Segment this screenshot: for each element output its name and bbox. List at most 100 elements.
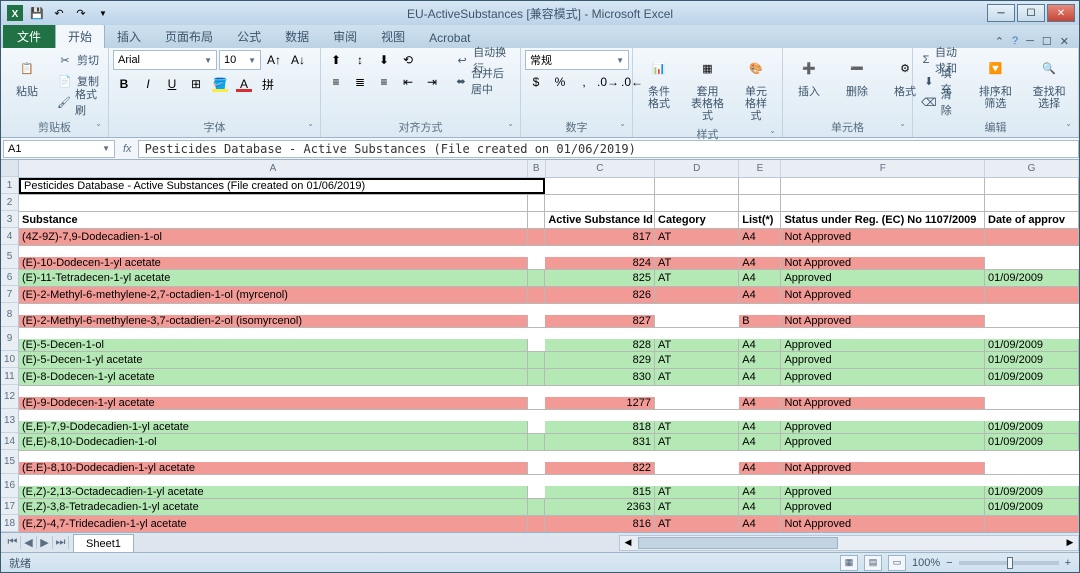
grow-font-icon[interactable]: A↑ — [263, 50, 285, 70]
cell[interactable] — [985, 287, 1079, 303]
row-hdr[interactable]: 12 — [1, 385, 18, 409]
cell[interactable] — [545, 178, 655, 194]
inc-decimal-icon[interactable]: .0→ — [597, 72, 619, 92]
cell[interactable]: A4 — [739, 369, 781, 385]
cell[interactable] — [528, 499, 546, 515]
cell[interactable]: (E,E)-7,9-Dodecadien-1-yl acetate — [19, 421, 528, 433]
cell[interactable]: AT — [655, 270, 739, 286]
col-hdr[interactable]: A — [19, 160, 528, 177]
minimize-button[interactable]: ─ — [987, 4, 1015, 22]
cell[interactable]: AT — [655, 229, 739, 245]
cell[interactable]: (E,Z)-4,7-Tridecadien-1-yl acetate — [19, 516, 528, 532]
row-hdr[interactable]: 15 — [1, 450, 18, 474]
cell[interactable] — [528, 352, 546, 368]
cell[interactable]: Date of approv — [985, 212, 1079, 228]
cell[interactable] — [985, 229, 1079, 245]
cell[interactable]: Substance — [19, 212, 528, 228]
page-break-icon[interactable]: ▭ — [888, 555, 906, 571]
cell[interactable]: Status under Reg. (EC) No 1107/2009 — [781, 212, 985, 228]
shrink-font-icon[interactable]: A↓ — [287, 50, 309, 70]
cell[interactable]: (E)-2-Methyl-6-methylene-3,7-octadien-2-… — [19, 315, 528, 327]
col-hdr[interactable]: E — [739, 160, 781, 177]
cell[interactable]: A4 — [739, 516, 781, 532]
row-hdr[interactable]: 10 — [1, 351, 18, 368]
cell[interactable]: 01/09/2009 — [985, 369, 1079, 385]
format-painter-button[interactable]: 🖌格式刷 — [53, 92, 104, 112]
zoom-out-icon[interactable]: − — [946, 557, 952, 569]
cell[interactable]: AT — [655, 339, 739, 351]
horizontal-scrollbar[interactable]: ◀ ▶ — [619, 535, 1079, 551]
cell[interactable]: 01/09/2009 — [985, 499, 1079, 515]
cell[interactable]: A4 — [739, 486, 781, 498]
merge-center-button[interactable]: ⬌合并后居中 — [451, 71, 516, 91]
cell[interactable]: (4Z-9Z)-7,9-Dodecadien-1-ol — [19, 229, 528, 245]
cell[interactable]: 01/09/2009 — [985, 421, 1079, 433]
cell[interactable]: A4 — [739, 287, 781, 303]
cell[interactable]: A4 — [739, 397, 781, 409]
cell[interactable]: AT — [655, 486, 739, 498]
cell[interactable] — [985, 195, 1079, 211]
zoom-in-icon[interactable]: + — [1065, 557, 1071, 569]
page-layout-icon[interactable]: ▤ — [864, 555, 882, 571]
cell[interactable]: A4 — [739, 499, 781, 515]
cell[interactable]: (E)-9-Dodecen-1-yl acetate — [19, 397, 528, 409]
cell[interactable]: 826 — [545, 287, 655, 303]
indent-inc-icon[interactable]: ⇥ — [421, 72, 443, 92]
find-select-button[interactable]: 🔍查找和选择 — [1024, 50, 1074, 112]
row-hdr[interactable]: 18 — [1, 515, 18, 532]
italic-icon[interactable]: I — [137, 74, 159, 94]
cell[interactable]: Not Approved — [781, 462, 985, 474]
cell[interactable]: A4 — [739, 257, 781, 269]
cell[interactable]: AT — [655, 369, 739, 385]
cell[interactable]: Active Substance Id — [545, 212, 655, 228]
tab-data[interactable]: 数据 — [273, 25, 321, 48]
tab-formulas[interactable]: 公式 — [225, 25, 273, 48]
cell[interactable]: A4 — [739, 421, 781, 433]
cell[interactable]: Approved — [781, 499, 985, 515]
cell[interactable] — [528, 212, 546, 228]
border-icon[interactable]: ⊞ — [185, 74, 207, 94]
cell[interactable] — [739, 195, 781, 211]
paste-button[interactable]: 📋粘贴 — [5, 50, 49, 100]
tab-view[interactable]: 视图 — [369, 25, 417, 48]
cell[interactable]: A4 — [739, 270, 781, 286]
cell[interactable]: (E)-2-Methyl-6-methylene-2,7-octadien-1-… — [19, 287, 528, 303]
cell[interactable]: Not Approved — [781, 315, 985, 327]
cell[interactable] — [655, 178, 739, 194]
cell[interactable]: Not Approved — [781, 257, 985, 269]
cell[interactable]: (E,E)-8,10-Dodecadien-1-ol — [19, 434, 528, 450]
row-hdr[interactable]: 1 — [1, 177, 18, 194]
tab-page-layout[interactable]: 页面布局 — [153, 25, 225, 48]
normal-view-icon[interactable]: ▦ — [840, 555, 858, 571]
cell[interactable]: 828 — [545, 339, 655, 351]
fx-icon[interactable]: fx — [117, 143, 138, 155]
cell[interactable] — [655, 195, 739, 211]
indent-dec-icon[interactable]: ⇤ — [397, 72, 419, 92]
doc-min-icon[interactable]: ─ — [1026, 35, 1034, 48]
doc-restore-icon[interactable]: ☐ — [1042, 35, 1052, 48]
cell[interactable]: 816 — [545, 516, 655, 532]
font-size-combo[interactable]: 10▼ — [219, 50, 261, 70]
cell[interactable]: (E,Z)-3,8-Tetradecadien-1-yl acetate — [19, 499, 528, 515]
help-icon[interactable]: ? — [1012, 35, 1018, 48]
minimize-ribbon-icon[interactable]: ⌃ — [995, 35, 1004, 48]
cell[interactable]: (E)-5-Decen-1-yl acetate — [19, 352, 528, 368]
scroll-right-icon[interactable]: ▶ — [1062, 537, 1078, 548]
cell[interactable]: AT — [655, 499, 739, 515]
row-hdr[interactable]: 3 — [1, 211, 18, 228]
underline-icon[interactable]: U — [161, 74, 183, 94]
cell-style-button[interactable]: 🎨单元格样式 — [734, 50, 778, 124]
cell[interactable]: Approved — [781, 369, 985, 385]
cell-selected[interactable]: Pesticides Database - Active Substances … — [19, 178, 545, 194]
cell[interactable]: A4 — [739, 229, 781, 245]
cell[interactable]: 824 — [545, 257, 655, 269]
cell[interactable]: A4 — [739, 339, 781, 351]
cell[interactable]: (E,E)-8,10-Dodecadien-1-yl acetate — [19, 462, 528, 474]
formula-input[interactable]: Pesticides Database - Active Substances … — [138, 140, 1079, 158]
sheet-nav-prev-icon[interactable]: ◀ — [21, 536, 37, 549]
redo-icon[interactable]: ↷ — [71, 3, 91, 23]
cell[interactable]: (E,Z)-2,13-Octadecadien-1-yl acetate — [19, 486, 528, 498]
cell[interactable]: Not Approved — [781, 287, 985, 303]
cell[interactable]: A4 — [739, 434, 781, 450]
tab-review[interactable]: 审阅 — [321, 25, 369, 48]
